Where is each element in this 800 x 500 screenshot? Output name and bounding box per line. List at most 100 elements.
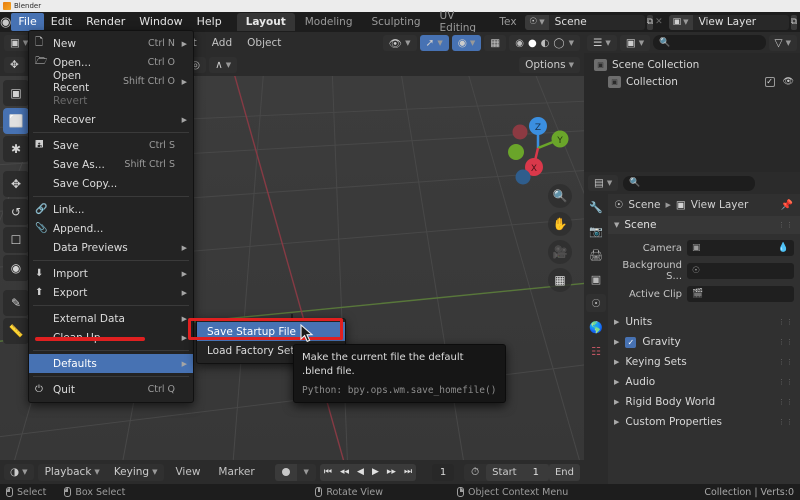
viewport-menu-object[interactable]: Object [241, 35, 287, 51]
blender-menu-icon[interactable]: ◉ [0, 15, 11, 30]
properties-editor-type-icon[interactable]: ▤ ▼ [588, 175, 619, 191]
auto-keying-toggle-icon[interactable] [274, 463, 297, 481]
play-reverse-icon[interactable]: ◀ [353, 467, 368, 477]
section-units[interactable]: ▶ Units ⋮⋮ [608, 312, 800, 332]
use-preview-range-icon[interactable]: ⏱ [464, 464, 486, 481]
menu-item-external-data[interactable]: External Data ▶ [29, 309, 193, 328]
select-box-tool-icon[interactable]: ⬜ [3, 108, 29, 134]
tab-view-layer-icon[interactable]: ▣ [586, 270, 606, 288]
current-frame-field[interactable]: 1 [432, 463, 454, 481]
camera-view-icon[interactable]: 🎥 [548, 240, 572, 264]
object-visibility-icon[interactable]: 👁 ▼ [382, 35, 417, 51]
material-preview-shading-icon[interactable]: ◐ [541, 38, 550, 49]
pin-icon[interactable]: 📌 [781, 200, 794, 211]
collection-visibility-eye-icon[interactable]: 👁 [783, 77, 794, 87]
menu-item-save-as[interactable]: Save As... Shift Ctrl S [29, 155, 193, 174]
viewport-options-dropdown[interactable]: Options ▼ [519, 57, 580, 73]
background-scene-field[interactable]: ☉ [687, 263, 794, 279]
section-custom-properties[interactable]: ▶ Custom Properties ⋮⋮ [608, 412, 800, 432]
outliner-display-mode-icon[interactable]: ▣ ▼ [619, 34, 651, 51]
menu-item-open-recent[interactable]: Open Recent Shift Ctrl O ▶ [29, 70, 193, 94]
gizmo-toggle-icon[interactable]: ➚ ▼ [419, 35, 449, 51]
hand-pan-icon[interactable]: ✋ [548, 212, 572, 236]
solid-shading-icon[interactable]: ● [528, 38, 537, 49]
timeline-menu-marker[interactable]: Marker [211, 466, 261, 478]
menu-item-new[interactable]: 🗋 New Ctrl N ▶ [29, 34, 193, 53]
rendered-shading-icon[interactable]: ◯ [553, 38, 564, 49]
view-layer-browse-icon[interactable]: ▣ ▼ [668, 14, 693, 30]
section-keying-sets[interactable]: ▶ Keying Sets ⋮⋮ [608, 352, 800, 372]
section-gravity[interactable]: ▶ ✓ Gravity ⋮⋮ [608, 332, 800, 352]
eyedropper-icon[interactable]: 💧 [778, 243, 789, 253]
tab-output-icon[interactable]: 🖨 [586, 246, 606, 264]
active-clip-field[interactable]: 🎬 [687, 286, 794, 302]
cursor-tool-icon[interactable]: ✱ [3, 136, 29, 162]
collection-checkbox[interactable]: ✓ [764, 76, 775, 87]
measure-tool-icon[interactable]: 📏 [3, 318, 29, 344]
menu-help[interactable]: Help [190, 13, 229, 31]
breadcrumb-scene-label[interactable]: Scene [628, 199, 660, 211]
navigation-gizmo[interactable]: Z Y X [500, 110, 576, 186]
tab-scene-icon[interactable]: ☉ [586, 294, 606, 312]
menu-item-quit[interactable]: ⏻ Quit Ctrl Q [29, 380, 193, 399]
menu-item-save[interactable]: 🖪 Save Ctrl S [29, 136, 193, 155]
scale-tool-icon[interactable]: ☐ [3, 227, 29, 253]
shading-mode-group[interactable]: ◉ ● ◐ ◯ ▼ [509, 35, 580, 51]
tab-world-icon[interactable]: 🌎 [586, 318, 606, 336]
transform-tool-icon[interactable]: ◉ [3, 255, 29, 281]
menu-item-export[interactable]: ⬆ Export ▶ [29, 283, 193, 302]
transform-pivot-icon[interactable]: ✥ [4, 57, 25, 73]
gravity-checkbox[interactable]: ✓ [625, 336, 637, 348]
file-menu-dropdown[interactable]: 🗋 New Ctrl N ▶ 🗁 Open... Ctrl O Open Rec… [28, 30, 194, 403]
tab-render-icon[interactable]: 📷 [586, 222, 606, 240]
timeline-editor-type-icon[interactable]: ◑ ▼ [4, 464, 34, 480]
camera-field[interactable]: ▣ 💧 [687, 240, 794, 256]
outliner-editor-type-icon[interactable]: ☰ ▼ [587, 34, 617, 51]
view-layer-selector[interactable]: ▣ ▼ View Layer [668, 14, 789, 30]
breadcrumb-view-layer-label[interactable]: View Layer [691, 199, 749, 211]
play-icon[interactable]: ▶ [368, 467, 383, 477]
jump-to-end-icon[interactable]: ⏭ [400, 467, 416, 477]
new-view-layer-icon[interactable]: ⧉ [790, 14, 797, 30]
tab-layout[interactable]: Layout [236, 13, 295, 31]
menu-item-save-startup-file[interactable]: Save Startup File [197, 322, 345, 341]
proportional-falloff-icon[interactable]: ∧ ▼ [209, 57, 238, 73]
viewport-menu-add[interactable]: Add [206, 35, 238, 51]
scene-browse-icon[interactable]: ☉ ▼ [525, 14, 549, 30]
outliner-filter-icon[interactable]: ▽ ▼ [768, 34, 797, 51]
section-rigid-body-world[interactable]: ▶ Rigid Body World ⋮⋮ [608, 392, 800, 412]
next-keyframe-icon[interactable]: ▸▸ [383, 467, 400, 477]
menu-item-link[interactable]: 🔗 Link... [29, 200, 193, 219]
view-layer-name-field[interactable]: View Layer [693, 16, 789, 28]
timeline-editor[interactable]: ◑ ▼ Playback ▼ Keying ▼ View Marker ▼ ⏮ ◂◂ … [0, 460, 584, 484]
tab-modeling[interactable]: Modeling [296, 13, 362, 31]
menu-item-save-copy[interactable]: Save Copy... [29, 174, 193, 193]
properties-editor[interactable]: ▤ ▼ 🔍 🔧 📷 🖨 ▣ ☉ 🌎 ☷ ☉ Scene ▶ ▣ View Laye… [584, 172, 800, 484]
menu-file[interactable]: File [11, 13, 44, 31]
xray-toggle-icon[interactable]: ▦ [484, 35, 507, 51]
new-scene-icon[interactable]: ⧉ [646, 14, 654, 30]
remove-scene-icon[interactable]: ✕ [655, 15, 663, 30]
zoom-icon[interactable]: 🔍 [548, 184, 572, 208]
tab-sculpting[interactable]: Sculpting [362, 13, 429, 31]
menu-item-import[interactable]: ⬇ Import ▶ [29, 264, 193, 283]
tweak-tool-icon[interactable]: ▣ [3, 80, 29, 106]
tab-texturing[interactable]: Tex [490, 13, 521, 31]
menu-window[interactable]: Window [132, 13, 189, 31]
menu-item-data-previews[interactable]: Data Previews ▶ [29, 238, 193, 257]
section-audio[interactable]: ▶ Audio ⋮⋮ [608, 372, 800, 392]
tab-tool-icon[interactable]: 🔧 [586, 198, 606, 216]
grid-ortho-icon[interactable]: ▦ [548, 268, 572, 292]
rotate-tool-icon[interactable]: ↺ [3, 199, 29, 225]
menu-item-append[interactable]: 📎 Append... [29, 219, 193, 238]
jump-to-start-icon[interactable]: ⏮ [320, 467, 336, 477]
prev-keyframe-icon[interactable]: ◂◂ [336, 467, 353, 477]
end-frame-field[interactable]: End [548, 463, 580, 481]
outliner-editor[interactable]: ☰ ▼ ▣ ▼ 🔍 ▽ ▼ ▣ Scene Collection ▣ Collecti… [584, 32, 800, 172]
move-tool-icon[interactable]: ✥ [3, 171, 29, 197]
outliner-search-input[interactable]: 🔍 [653, 35, 766, 50]
timeline-menu-keying[interactable]: Keying ▼ [107, 464, 165, 481]
auto-keying-options-icon[interactable]: ▼ [297, 464, 316, 481]
scene-panel-header[interactable]: ▼ Scene ⋮⋮ [608, 216, 800, 234]
outliner-row-collection[interactable]: ▣ Collection ✓ 👁 [584, 73, 800, 90]
